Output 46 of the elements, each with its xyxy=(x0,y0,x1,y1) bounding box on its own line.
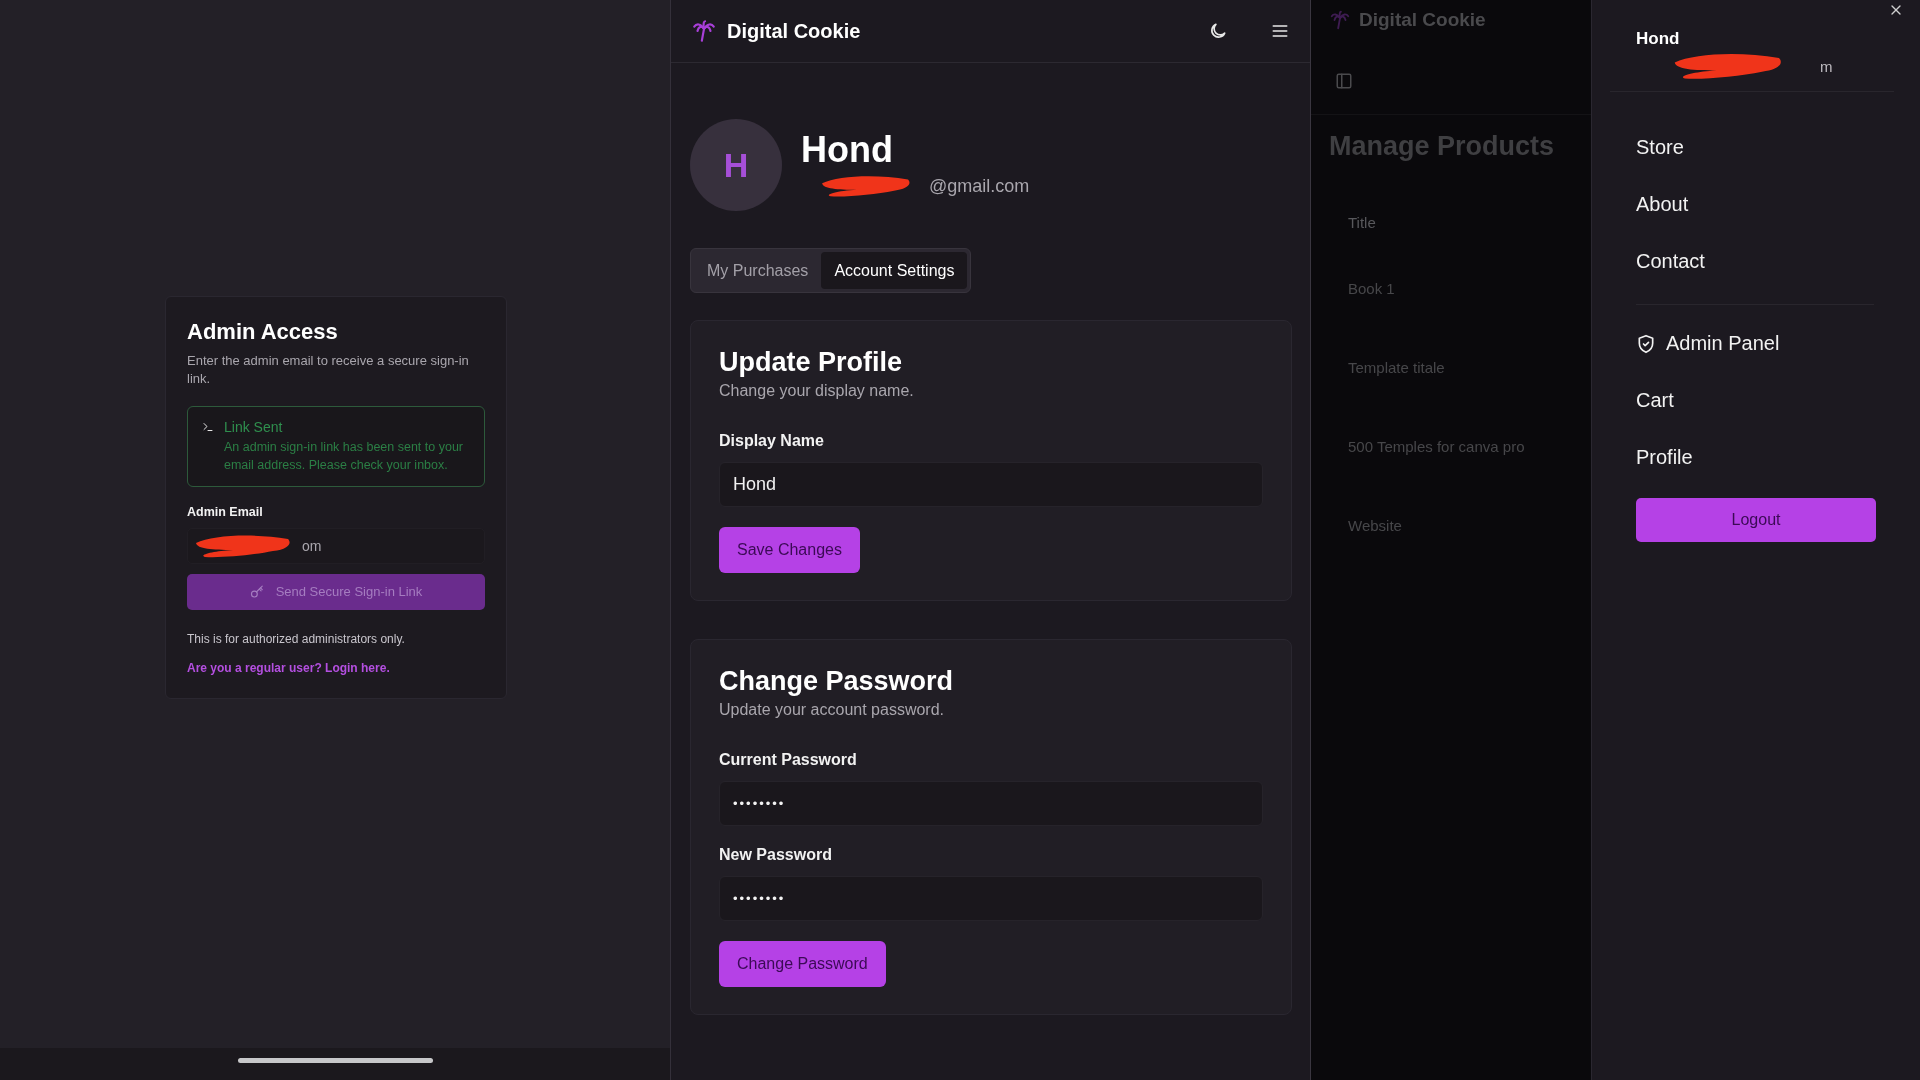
terminal-icon xyxy=(202,420,214,433)
alert-title: Link Sent xyxy=(224,418,284,435)
table-cell-text: 500 Temples for canva pro xyxy=(1348,438,1526,457)
menu-link[interactable]: About xyxy=(1636,176,1874,233)
submit-button[interactable]: Change Password xyxy=(719,941,886,987)
input-field[interactable]: Hond xyxy=(719,462,1263,507)
palm-logo-icon xyxy=(691,18,717,44)
key-icon xyxy=(249,584,264,599)
password-field[interactable]: •••••••• xyxy=(719,876,1263,921)
menu-link[interactable]: Cart xyxy=(1636,372,1894,429)
field-label: Current Password xyxy=(719,751,858,769)
user-email: m xyxy=(1820,57,1833,75)
field-label: Admin Email xyxy=(187,504,264,519)
moon-icon[interactable] xyxy=(1208,21,1228,41)
logout-button[interactable]: Logout xyxy=(1636,498,1876,542)
brand-name: Digital Cookie xyxy=(727,19,862,43)
avatar: H xyxy=(690,119,782,211)
table-cell-text: Template titale xyxy=(1348,359,1446,378)
table-cell-text: Book 1 xyxy=(1348,280,1396,299)
column-header: Title xyxy=(1348,214,1377,233)
palm-logo-icon xyxy=(1329,9,1351,31)
card-title: Admin Access xyxy=(187,318,339,345)
shield-check-icon xyxy=(1636,333,1656,354)
menu-link[interactable]: Profile xyxy=(1636,429,1894,486)
info-note: This is for authorized administrators only. xyxy=(187,631,406,646)
card-title: Change Password xyxy=(719,666,955,697)
menu-link[interactable]: Contact xyxy=(1636,233,1874,290)
card-title: Update Profile xyxy=(719,347,904,378)
menu-link[interactable]: Admin Panel xyxy=(1636,315,1894,372)
user-email: @gmail.com xyxy=(929,175,1030,197)
card-description: Enter the admin email to receive a secure sign-in link. xyxy=(187,351,470,388)
table-cell-text: Website xyxy=(1348,517,1403,536)
tab[interactable]: Account Settings xyxy=(821,252,968,289)
submit-button[interactable]: Save Changes xyxy=(719,527,860,573)
card-subtitle: Update your account password. xyxy=(719,701,945,719)
login-link[interactable]: Are you a regular user? Login here. xyxy=(187,660,390,675)
user-name: Hond xyxy=(1636,29,1681,49)
card-subtitle: Change your display name. xyxy=(719,382,915,400)
alert-message: An admin sign-in link has been sent to your email address. Please check your inbox. xyxy=(224,438,465,474)
user-name: Hond xyxy=(801,130,894,170)
tab[interactable]: My Purchases xyxy=(694,252,822,289)
password-field[interactable]: •••••••• xyxy=(719,781,1263,826)
brand-name: Digital Cookie xyxy=(1359,9,1486,31)
field-label: Display Name xyxy=(719,432,825,450)
menu-link[interactable]: Store xyxy=(1636,119,1874,176)
field-label: New Password xyxy=(719,846,833,864)
